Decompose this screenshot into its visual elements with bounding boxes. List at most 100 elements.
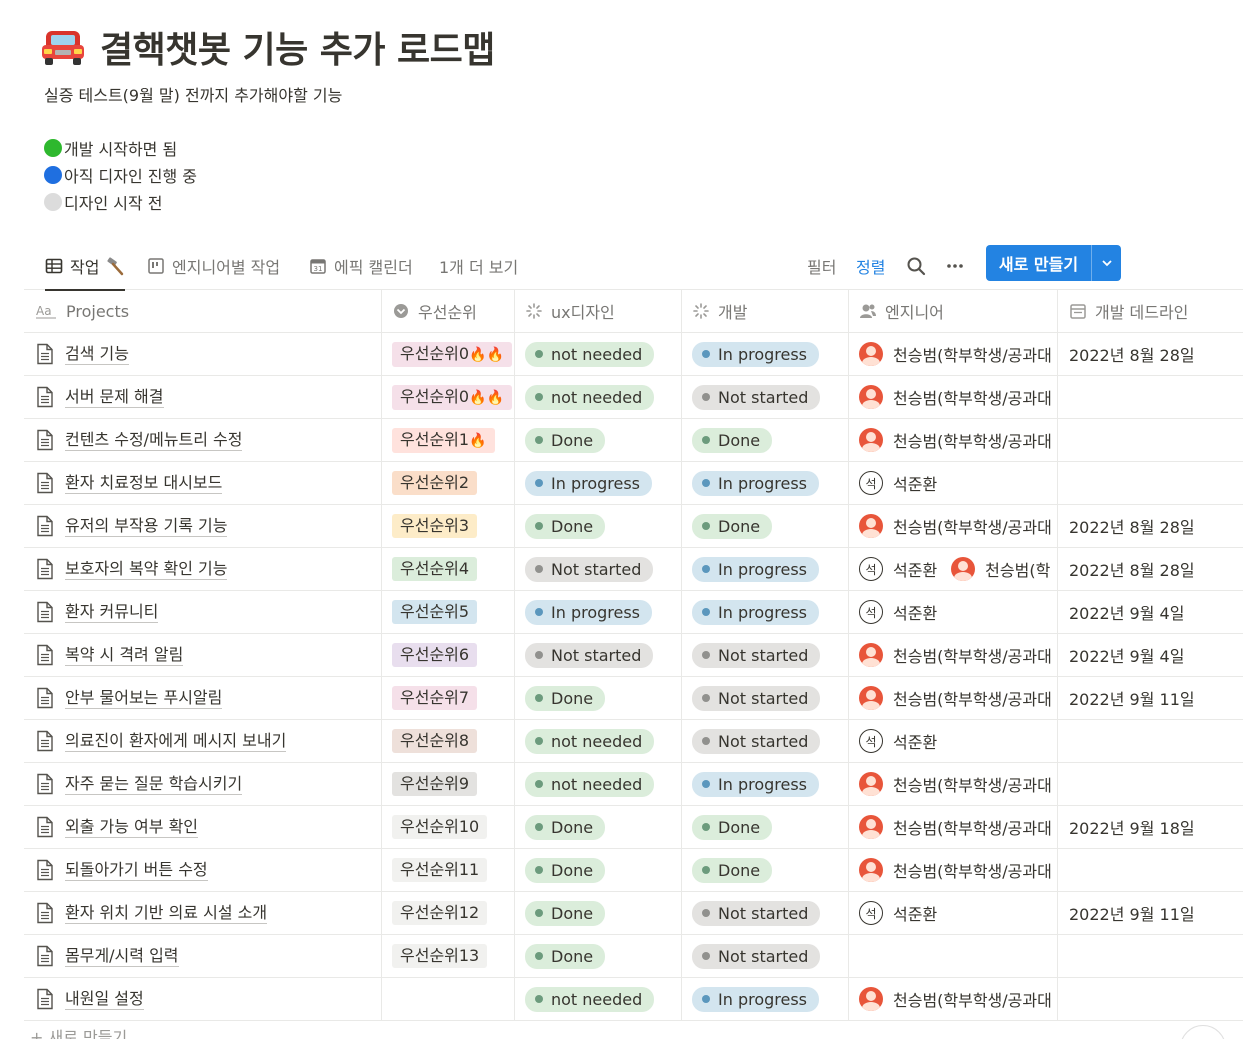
dev-status-cell[interactable]: Done — [682, 505, 849, 547]
dev-status-cell[interactable]: In progress — [682, 591, 849, 633]
dev-status-cell[interactable]: Not started — [682, 634, 849, 676]
table-row[interactable]: 안부 물어보는 푸시알림 우선순위7 Done Not started 천승범(학부학생… — [24, 677, 1243, 720]
table-row[interactable]: 내원일 설정 not needed In progress 천승범(학부학생/공과대 — [24, 978, 1243, 1021]
project-cell[interactable]: 보호자의 복약 확인 기능 — [24, 548, 382, 590]
ux-status-cell[interactable]: not needed — [515, 763, 682, 805]
priority-cell[interactable]: 우선순위3 — [382, 505, 515, 547]
new-button[interactable]: 새로 만들기 — [986, 245, 1121, 281]
engineer-cell[interactable]: 석 석준환 — [849, 892, 1058, 934]
column-header-ux-design[interactable]: ux디자인 — [515, 290, 682, 332]
dev-status-cell[interactable]: In progress — [682, 978, 849, 1020]
deadline-cell[interactable]: 2022년 9월 11일 — [1058, 892, 1243, 934]
deadline-cell[interactable]: 2022년 9월 18일 — [1058, 806, 1243, 848]
engineer-cell[interactable]: 석 석준환 — [849, 591, 1058, 633]
table-row[interactable]: 복약 시 격려 알림 우선순위6 Not started Not started 천승범… — [24, 634, 1243, 677]
table-row[interactable]: 자주 묻는 질문 학습시키기 우선순위9 not needed In progress… — [24, 763, 1243, 806]
project-name[interactable]: 몸무게/시력 입력 — [65, 946, 179, 967]
project-cell[interactable]: 환자 치료정보 대시보드 — [24, 462, 382, 504]
dev-status-cell[interactable]: Not started — [682, 935, 849, 977]
chevron-down-icon[interactable] — [1091, 245, 1121, 281]
project-cell[interactable]: 자주 묻는 질문 학습시키기 — [24, 763, 382, 805]
ux-status-cell[interactable]: not needed — [515, 978, 682, 1020]
deadline-cell[interactable] — [1058, 978, 1243, 1020]
more-options-button[interactable] — [945, 250, 965, 282]
engineer-cell[interactable]: 석 석준환 — [849, 462, 1058, 504]
ux-status-cell[interactable]: Done — [515, 849, 682, 891]
project-cell[interactable]: 내원일 설정 — [24, 978, 382, 1020]
engineer-cell[interactable]: 천승범(학부학생/공과대 — [849, 634, 1058, 676]
deadline-cell[interactable]: 2022년 8월 28일 — [1058, 505, 1243, 547]
sort-button[interactable]: 정렬 — [856, 250, 885, 282]
priority-cell[interactable]: 우선순위4 — [382, 548, 515, 590]
project-cell[interactable]: 서버 문제 해결 — [24, 376, 382, 418]
priority-cell[interactable]: 우선순위6 — [382, 634, 515, 676]
ux-status-cell[interactable]: Done — [515, 505, 682, 547]
ux-status-cell[interactable]: Done — [515, 677, 682, 719]
ux-status-cell[interactable]: In progress — [515, 462, 682, 504]
column-header-priority[interactable]: 우선순위 — [382, 290, 515, 332]
engineer-cell[interactable]: 천승범(학부학생/공과대 — [849, 419, 1058, 461]
ux-status-cell[interactable]: Not started — [515, 548, 682, 590]
tab-tasks[interactable]: 작업 — [45, 250, 126, 291]
deadline-cell[interactable]: 2022년 9월 4일 — [1058, 634, 1243, 676]
deadline-cell[interactable] — [1058, 720, 1243, 762]
project-cell[interactable]: 환자 위치 기반 의료 시설 소개 — [24, 892, 382, 934]
project-name[interactable]: 복약 시 격려 알림 — [65, 645, 184, 666]
search-button[interactable] — [906, 250, 926, 282]
table-row[interactable]: 보호자의 복약 확인 기능 우선순위4 Not started In progress… — [24, 548, 1243, 591]
priority-cell[interactable] — [382, 978, 515, 1020]
engineer-cell[interactable]: 천승범(학부학생/공과대 — [849, 677, 1058, 719]
ux-status-cell[interactable]: In progress — [515, 591, 682, 633]
deadline-cell[interactable] — [1058, 935, 1243, 977]
column-header-projects[interactable]: Aa Projects — [24, 290, 382, 332]
tab-engineer-tasks[interactable]: 엔지니어별 작업 — [147, 250, 280, 282]
project-cell[interactable]: 컨텐츠 수정/메뉴트리 수정 — [24, 419, 382, 461]
deadline-cell[interactable] — [1058, 849, 1243, 891]
ux-status-cell[interactable]: Done — [515, 806, 682, 848]
dev-status-cell[interactable]: In progress — [682, 763, 849, 805]
filter-button[interactable]: 필터 — [807, 250, 836, 282]
ux-status-cell[interactable]: Done — [515, 892, 682, 934]
project-name[interactable]: 서버 문제 해결 — [65, 387, 164, 408]
add-row-button[interactable]: + 새로 만들기 — [30, 1024, 127, 1039]
project-name[interactable]: 내원일 설정 — [65, 989, 144, 1010]
deadline-cell[interactable] — [1058, 462, 1243, 504]
project-name[interactable]: 의료진이 환자에게 메시지 보내기 — [65, 731, 287, 752]
project-cell[interactable]: 되돌아가기 버튼 수정 — [24, 849, 382, 891]
project-cell[interactable]: 환자 커뮤니티 — [24, 591, 382, 633]
priority-cell[interactable]: 우선순위11 — [382, 849, 515, 891]
dev-status-cell[interactable]: Not started — [682, 376, 849, 418]
ux-status-cell[interactable]: Done — [515, 935, 682, 977]
dev-status-cell[interactable]: Done — [682, 419, 849, 461]
engineer-cell[interactable]: 천승범(학부학생/공과대 — [849, 763, 1058, 805]
project-name[interactable]: 검색 기능 — [65, 344, 129, 365]
engineer-cell[interactable] — [849, 935, 1058, 977]
table-row[interactable]: 되돌아가기 버튼 수정 우선순위11 Done Done 천승범(학부학생/공과대 — [24, 849, 1243, 892]
engineer-cell[interactable]: 천승범(학부학생/공과대 — [849, 978, 1058, 1020]
engineer-cell[interactable]: 천승범(학부학생/공과대 — [849, 505, 1058, 547]
ux-status-cell[interactable]: not needed — [515, 333, 682, 375]
dev-status-cell[interactable]: Done — [682, 806, 849, 848]
project-name[interactable]: 환자 치료정보 대시보드 — [65, 473, 223, 494]
dev-status-cell[interactable]: In progress — [682, 548, 849, 590]
project-cell[interactable]: 검색 기능 — [24, 333, 382, 375]
table-row[interactable]: 환자 위치 기반 의료 시설 소개 우선순위12 Done Not started 석 석… — [24, 892, 1243, 935]
table-row[interactable]: 컨텐츠 수정/메뉴트리 수정 우선순위1🔥 Done Done 천승범(학부학생/공과대 — [24, 419, 1243, 462]
project-cell[interactable]: 복약 시 격려 알림 — [24, 634, 382, 676]
deadline-cell[interactable] — [1058, 419, 1243, 461]
ux-status-cell[interactable]: not needed — [515, 376, 682, 418]
priority-cell[interactable]: 우선순위7 — [382, 677, 515, 719]
dev-status-cell[interactable]: Done — [682, 849, 849, 891]
priority-cell[interactable]: 우선순위1🔥 — [382, 419, 515, 461]
help-button[interactable] — [1180, 1025, 1226, 1039]
deadline-cell[interactable]: 2022년 9월 4일 — [1058, 591, 1243, 633]
deadline-cell[interactable]: 2022년 8월 28일 — [1058, 548, 1243, 590]
table-row[interactable]: 몸무게/시력 입력 우선순위13 Done Not started — [24, 935, 1243, 978]
dev-status-cell[interactable]: Not started — [682, 892, 849, 934]
deadline-cell[interactable]: 2022년 9월 11일 — [1058, 677, 1243, 719]
project-name[interactable]: 유저의 부작용 기록 기능 — [65, 516, 228, 537]
project-cell[interactable]: 안부 물어보는 푸시알림 — [24, 677, 382, 719]
engineer-cell[interactable]: 천승범(학부학생/공과대 — [849, 806, 1058, 848]
deadline-cell[interactable] — [1058, 763, 1243, 805]
project-name[interactable]: 자주 묻는 질문 학습시키기 — [65, 774, 243, 795]
